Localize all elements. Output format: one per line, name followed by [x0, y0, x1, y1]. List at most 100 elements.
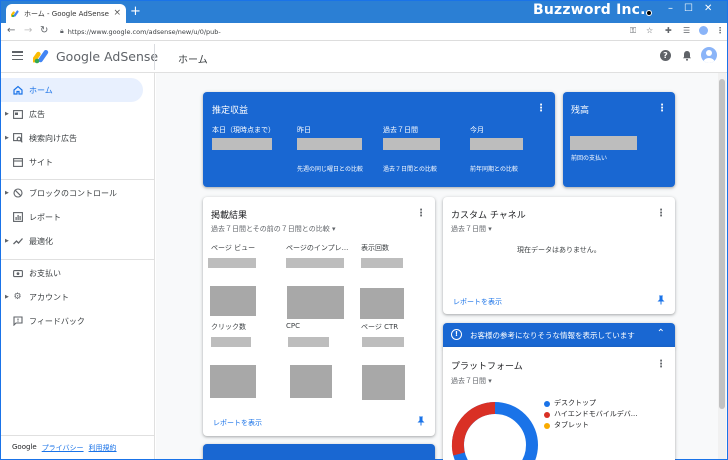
- performance-period-dropdown[interactable]: 過去７日間とその前の７日間との比較 ▾: [211, 224, 335, 234]
- omnibox[interactable]: 🔒︎ https://www.google.com/adsense/new/u/…: [60, 25, 570, 38]
- privacy-link[interactable]: プライバシー: [42, 443, 84, 453]
- sidebar-item-search-ads[interactable]: ▶ 検索向け広告: [1, 126, 143, 150]
- earnings-month-label: 今月: [470, 126, 484, 134]
- donut-high-end-mobile-segment: [451, 401, 496, 456]
- page-title: ホーム: [178, 55, 208, 66]
- adsense-favicon-icon: [10, 9, 20, 18]
- tab-close-icon[interactable]: ×: [113, 9, 121, 18]
- metric-sparkline: [210, 286, 256, 316]
- terms-link[interactable]: 利用規約: [89, 443, 117, 453]
- sidebar-item-block-controls[interactable]: ▶ ブロックのコントロール: [1, 181, 143, 205]
- platform-period-dropdown[interactable]: 過去７日間 ▾: [451, 376, 492, 386]
- metric-label: ページ CTR: [361, 323, 399, 331]
- key-icon[interactable]: ⚿: [630, 26, 636, 36]
- sidebar-item-home[interactable]: ホーム: [1, 78, 143, 102]
- legend-label: デスクトップ: [554, 399, 596, 407]
- account-avatar-icon[interactable]: [701, 47, 717, 63]
- platform-period: 過去７日間: [451, 377, 486, 385]
- sidebar-item-label: ホーム: [29, 85, 53, 95]
- platform-card: プラットフォーム ⋮ 過去７日間 ▾ デスクトップ ハイエンドモバイルデバ...…: [443, 347, 675, 460]
- profile-dot-icon: [646, 10, 652, 16]
- help-icon[interactable]: ?: [660, 50, 671, 61]
- reading-list-icon[interactable]: ☰: [683, 26, 690, 35]
- legend-swatch-icon: [544, 411, 550, 418]
- sidebar-item-reports[interactable]: レポート: [1, 205, 143, 229]
- sidebar-item-label: 広告: [29, 109, 45, 119]
- earnings-7days-label: 過去７日間: [383, 126, 418, 134]
- sidebar-item-feedback[interactable]: フィードバック: [1, 309, 143, 333]
- performance-more-icon[interactable]: ⋮: [416, 209, 426, 219]
- balance-value: [570, 136, 637, 150]
- earnings-yesterday-label: 昨日: [297, 126, 311, 134]
- scrollbar[interactable]: [718, 73, 726, 459]
- performance-period: 過去７日間とその前の７日間との比較: [211, 225, 330, 233]
- sidebar: ホーム ▶ 広告 ▶ 検索向け広告 サイト ▶ ブロックのコントロール レポート…: [1, 73, 155, 459]
- scrollbar-thumb[interactable]: [719, 79, 725, 409]
- payments-icon: [12, 268, 23, 279]
- reload-icon[interactable]: ↻: [40, 25, 48, 37]
- sidebar-divider: [1, 435, 155, 436]
- earnings-month-note: 前年同期との比較: [470, 166, 518, 173]
- search-ads-icon: [12, 133, 23, 144]
- app-name: Google AdSense: [56, 49, 159, 64]
- platform-more-icon[interactable]: ⋮: [656, 360, 666, 370]
- sidebar-item-label: 検索向け広告: [29, 133, 77, 143]
- pin-icon[interactable]: [657, 295, 665, 308]
- new-tab-button[interactable]: +: [130, 5, 141, 19]
- legend-swatch-icon: [544, 400, 550, 407]
- balance-note: 前回の支払い: [571, 155, 608, 162]
- platform-title: プラットフォーム: [451, 362, 523, 372]
- extensions-icon[interactable]: ✚: [665, 26, 672, 35]
- sidebar-item-label: レポート: [29, 212, 61, 222]
- sidebar-item-sites[interactable]: サイト: [1, 150, 143, 174]
- minimize-icon[interactable]: –: [668, 3, 673, 14]
- sidebar-item-account[interactable]: ▶ ⚙ アカウント: [1, 285, 143, 309]
- earnings-title: 推定収益: [212, 106, 249, 116]
- back-icon[interactable]: ←: [7, 25, 15, 37]
- earnings-more-icon[interactable]: ⋮: [536, 104, 546, 114]
- header-divider: [154, 44, 155, 70]
- legend-label: ハイエンドモバイルデバ...: [554, 410, 638, 418]
- sidebar-item-optimization[interactable]: ▶ 最適化: [1, 229, 143, 253]
- metric-label: クリック数: [211, 323, 246, 331]
- custom-channels-period-dropdown[interactable]: 過去７日間 ▾: [451, 224, 492, 234]
- performance-report-link[interactable]: レポートを表示: [213, 418, 262, 428]
- info-icon: !: [451, 329, 462, 340]
- star-icon[interactable]: ☆: [646, 26, 653, 35]
- collapse-chevron-icon[interactable]: ⌃: [657, 328, 665, 339]
- insights-banner[interactable]: ! お客様の参考になりそうな情報を表示しています ⌃: [443, 323, 675, 347]
- sidebar-item-label: 最適化: [29, 236, 53, 246]
- notifications-bell-icon[interactable]: [682, 50, 692, 64]
- sidebar-item-payments[interactable]: お支払い: [1, 261, 143, 285]
- brand-watermark: Buzzword Inc.: [533, 2, 646, 18]
- dropdown-caret-icon: ▾: [488, 225, 492, 233]
- lock-icon: 🔒︎: [60, 27, 64, 35]
- pin-icon[interactable]: [417, 416, 425, 429]
- ads-icon: [12, 109, 23, 120]
- metric-label: 表示回数: [361, 244, 389, 252]
- browser-tab[interactable]: ホーム - Google AdSense ×: [6, 4, 126, 23]
- footer-google: Google: [12, 443, 37, 451]
- earnings-yesterday-value: [297, 138, 362, 150]
- legend-swatch-icon: [544, 422, 550, 429]
- hamburger-menu-icon[interactable]: [12, 51, 23, 60]
- balance-more-icon[interactable]: ⋮: [657, 104, 667, 114]
- platform-donut-chart: [451, 401, 538, 460]
- maximize-icon[interactable]: ☐: [684, 3, 693, 14]
- custom-channels-more-icon[interactable]: ⋮: [656, 209, 666, 219]
- url-text: https://www.google.com/adsense/new/u/0/p…: [67, 27, 221, 36]
- earnings-7days-note: 過去７日間との比較: [383, 166, 437, 173]
- earnings-7days-value: [383, 138, 440, 150]
- metric-sparkline: [287, 286, 344, 319]
- profile-avatar-icon[interactable]: [699, 26, 708, 35]
- custom-channels-report-link[interactable]: レポートを表示: [453, 297, 502, 307]
- forward-icon[interactable]: →: [24, 25, 32, 37]
- window-controls: – ☐ ✕: [668, 3, 712, 14]
- expand-caret-icon: ▶: [5, 135, 9, 141]
- browser-menu-icon[interactable]: ⋮: [716, 26, 724, 35]
- window-close-icon[interactable]: ✕: [704, 3, 712, 14]
- sidebar-item-label: フィードバック: [29, 316, 85, 326]
- custom-channels-period: 過去７日間: [451, 225, 486, 233]
- account-gear-icon: ⚙: [13, 292, 22, 302]
- sidebar-item-ads[interactable]: ▶ 広告: [1, 102, 143, 126]
